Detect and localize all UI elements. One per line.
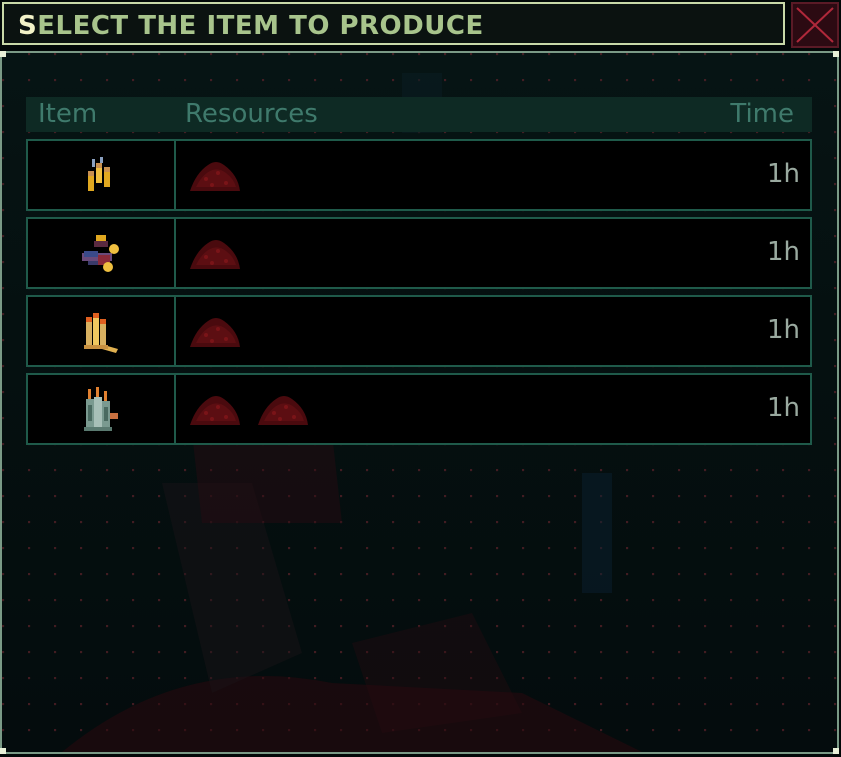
column-divider bbox=[174, 297, 176, 365]
panel-corner bbox=[833, 748, 839, 754]
red-ore-pile-icon bbox=[190, 240, 240, 269]
column-divider bbox=[174, 219, 176, 287]
close-button[interactable] bbox=[791, 2, 839, 48]
red-ore-pile-icon bbox=[190, 162, 240, 191]
production-time: 1h bbox=[766, 159, 800, 189]
production-time: 1h bbox=[766, 237, 800, 267]
header-time: Time bbox=[730, 99, 794, 129]
red-ore-pile-icon bbox=[258, 396, 308, 425]
close-x-icon bbox=[796, 7, 834, 43]
table-row[interactable]: 1h bbox=[26, 295, 812, 367]
production-time: 1h bbox=[766, 315, 800, 345]
title-bar: SELECT THE ITEM TO PRODUCE bbox=[2, 2, 785, 45]
dialog-title: SELECT THE ITEM TO PRODUCE bbox=[18, 11, 484, 41]
panel-corner bbox=[0, 51, 6, 57]
header-item: Item bbox=[38, 99, 98, 129]
header-resources: Resources bbox=[185, 99, 318, 129]
column-divider bbox=[174, 375, 176, 443]
produce-dialog: SELECT THE ITEM TO PRODUCE Item Resource… bbox=[0, 0, 841, 757]
red-ore-pile-icon bbox=[190, 318, 240, 347]
panel-corner bbox=[833, 51, 839, 57]
red-ore-pile-icon bbox=[190, 396, 240, 425]
shells-icon bbox=[84, 313, 118, 353]
table-row[interactable]: 1h bbox=[26, 217, 812, 289]
table-row[interactable]: 1h bbox=[26, 373, 812, 445]
production-time: 1h bbox=[766, 393, 800, 423]
table-row[interactable]: 1h bbox=[26, 139, 812, 211]
ammo-cartridges-icon bbox=[88, 157, 110, 191]
table-header: Item Resources Time bbox=[26, 97, 812, 132]
panel-corner bbox=[0, 748, 6, 754]
column-divider bbox=[174, 141, 176, 209]
rocket-canisters-icon bbox=[84, 387, 118, 431]
grenade-launcher-icon bbox=[82, 235, 119, 272]
